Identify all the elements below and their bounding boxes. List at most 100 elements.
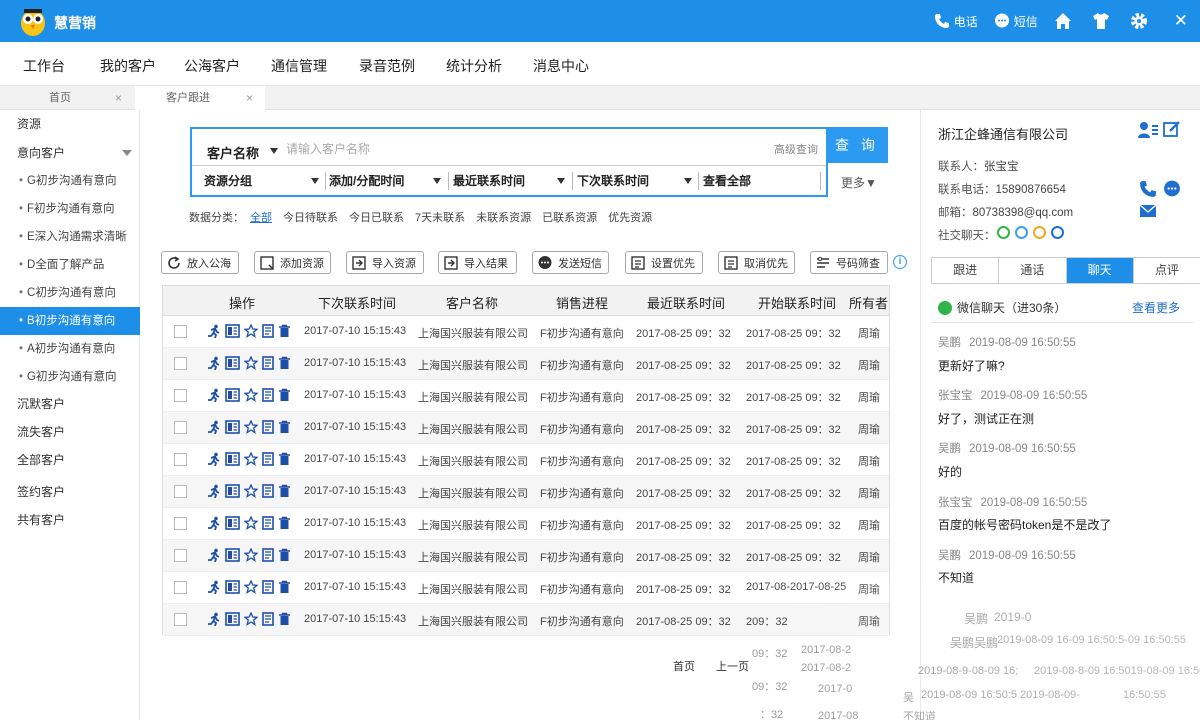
trash-icon[interactable] bbox=[278, 548, 291, 562]
col-sales-stage[interactable]: 销售进程 bbox=[556, 293, 608, 312]
col-last-contact[interactable]: 最近联系时间 bbox=[647, 293, 725, 312]
star-icon[interactable] bbox=[244, 420, 258, 434]
run-icon[interactable] bbox=[207, 420, 221, 434]
trash-icon[interactable] bbox=[278, 452, 291, 466]
row-checkbox[interactable] bbox=[174, 357, 187, 370]
star-icon[interactable] bbox=[244, 324, 258, 338]
table-row[interactable]: 2017-07-10 15:15:43 上海国兴服装有限公司 F初步沟通有意向 201… bbox=[163, 380, 889, 412]
sidebar-item-e[interactable]: E深入沟通需求清晰 bbox=[0, 223, 140, 251]
tab-chat[interactable]: 聊天 bbox=[1066, 258, 1134, 283]
table-row[interactable]: 2017-07-10 15:15:43 上海国兴服装有限公司 F初步沟通有意向 201… bbox=[163, 412, 889, 444]
row-checkbox[interactable] bbox=[174, 517, 187, 530]
call-icon[interactable] bbox=[1139, 180, 1157, 198]
row-checkbox[interactable] bbox=[174, 549, 187, 562]
sidebar-item-b[interactable]: B初步沟通有意向 bbox=[0, 307, 140, 335]
sidebar-item-lost[interactable]: 流失客户 bbox=[0, 418, 140, 446]
more-filters-link[interactable]: 更多▼ bbox=[841, 174, 877, 191]
sidebar-item-intent-customers[interactable]: 意向客户 bbox=[0, 139, 140, 167]
filter-last-contact[interactable]: 最近联系时间 bbox=[453, 172, 568, 189]
run-icon[interactable] bbox=[207, 452, 221, 466]
sidebar-item-shared[interactable]: 共有客户 bbox=[0, 506, 140, 534]
nav-public-customers[interactable]: 公海客户 bbox=[184, 56, 240, 76]
search-button[interactable]: 查 询 bbox=[826, 127, 888, 163]
star-icon[interactable] bbox=[244, 548, 258, 562]
tab-customer-followup[interactable]: 客户跟进 × bbox=[135, 86, 265, 110]
star-icon[interactable] bbox=[244, 484, 258, 498]
note-icon[interactable] bbox=[262, 580, 274, 594]
classify-priority[interactable]: 优先资源 bbox=[608, 212, 652, 224]
import-resource-button[interactable]: 导入资源 bbox=[346, 251, 424, 274]
note-icon[interactable] bbox=[262, 324, 274, 338]
pager-first[interactable]: 首页 bbox=[673, 658, 695, 674]
nav-workbench[interactable]: 工作台 bbox=[23, 56, 65, 76]
trash-icon[interactable] bbox=[278, 356, 291, 370]
sidebar-item-c[interactable]: C初步沟通有意向 bbox=[0, 279, 140, 307]
import-result-button[interactable]: 导入结果 bbox=[438, 251, 517, 274]
note-icon[interactable] bbox=[262, 420, 274, 434]
sidebar-item-g[interactable]: G初步沟通有意向 bbox=[0, 167, 140, 195]
set-priority-button[interactable]: 设置优先 bbox=[625, 251, 703, 274]
star-icon[interactable] bbox=[244, 516, 258, 530]
row-checkbox[interactable] bbox=[174, 389, 187, 402]
table-row[interactable]: 2017-07-10 15:15:43 上海国兴服装有限公司 F初步沟通有意向 201… bbox=[163, 476, 889, 508]
classify-uncontacted[interactable]: 未联系资源 bbox=[476, 212, 531, 224]
filter-view-all[interactable]: 查看全部 bbox=[703, 172, 751, 189]
row-checkbox[interactable] bbox=[174, 421, 187, 434]
col-customer-name[interactable]: 客户名称 bbox=[446, 293, 498, 312]
star-icon[interactable] bbox=[244, 452, 258, 466]
sidebar-item-g2[interactable]: G初步沟通有意向 bbox=[0, 363, 140, 391]
note-icon[interactable] bbox=[262, 612, 274, 626]
table-row[interactable]: 2017-07-10 15:15:43 上海国兴服装有限公司 F初步沟通有意向 201… bbox=[163, 348, 889, 380]
table-row[interactable]: 2017-07-10 15:15:43 上海国兴服装有限公司 F初步沟通有意向 201… bbox=[163, 316, 889, 348]
run-icon[interactable] bbox=[207, 580, 221, 594]
nav-recording-samples[interactable]: 录音范例 bbox=[359, 56, 415, 76]
run-icon[interactable] bbox=[207, 388, 221, 402]
classify-today-contacted[interactable]: 今日已联系 bbox=[349, 212, 404, 224]
col-start-contact[interactable]: 开始联系时间 bbox=[758, 293, 836, 312]
add-resource-button[interactable]: 添加资源 bbox=[254, 251, 331, 274]
trash-icon[interactable] bbox=[278, 612, 291, 626]
contact-card-icon[interactable] bbox=[225, 388, 240, 402]
caret-down-icon[interactable] bbox=[270, 148, 278, 154]
run-icon[interactable] bbox=[207, 516, 221, 530]
table-row[interactable]: 2017-07-10 15:15:43 上海国兴服装有限公司 F初步沟通有意向 201… bbox=[163, 444, 889, 476]
col-owner[interactable]: 所有者 bbox=[849, 293, 888, 312]
note-icon[interactable] bbox=[262, 452, 274, 466]
star-icon[interactable] bbox=[244, 612, 258, 626]
row-checkbox[interactable] bbox=[174, 485, 187, 498]
sidebar-item-a[interactable]: A初步沟通有意向 bbox=[0, 335, 140, 363]
send-sms-button[interactable]: 发送短信 bbox=[532, 251, 609, 274]
nav-statistics[interactable]: 统计分析 bbox=[446, 56, 502, 76]
edit-icon[interactable] bbox=[1163, 120, 1181, 138]
phone-button[interactable]: 电话 bbox=[934, 13, 978, 30]
tab-followup[interactable]: 跟进 bbox=[932, 258, 1000, 283]
sms-button[interactable]: 短信 bbox=[994, 13, 1038, 30]
advanced-search-link[interactable]: 高级查询 bbox=[774, 141, 818, 157]
sidebar-item-f[interactable]: F初步沟通有意向 bbox=[0, 195, 140, 223]
run-icon[interactable] bbox=[207, 612, 221, 626]
filter-resource-group[interactable]: 资源分组 bbox=[204, 172, 319, 189]
tab-home[interactable]: 首页 × bbox=[0, 86, 135, 110]
star-icon[interactable] bbox=[244, 356, 258, 370]
contact-card-icon[interactable] bbox=[225, 356, 240, 370]
tab-home-close-icon[interactable]: × bbox=[115, 86, 122, 110]
contact-card-icon[interactable] bbox=[225, 452, 240, 466]
nav-my-customers[interactable]: 我的客户 bbox=[100, 56, 156, 76]
sidebar-item-d[interactable]: D全面了解产品 bbox=[0, 251, 140, 279]
note-icon[interactable] bbox=[262, 516, 274, 530]
mail-icon[interactable] bbox=[1139, 204, 1157, 218]
home-button[interactable] bbox=[1054, 12, 1076, 30]
qq-icon[interactable] bbox=[1015, 226, 1028, 239]
classify-7days[interactable]: 7天未联系 bbox=[415, 212, 465, 224]
trash-icon[interactable] bbox=[278, 420, 291, 434]
run-icon[interactable] bbox=[207, 356, 221, 370]
trash-icon[interactable] bbox=[278, 580, 291, 594]
sidebar-item-signed[interactable]: 签约客户 bbox=[0, 478, 140, 506]
nav-communication[interactable]: 通信管理 bbox=[271, 56, 327, 76]
table-row[interactable]: 2017-07-10 15:15:43 上海国兴服装有限公司 F初步沟通有意向 201… bbox=[163, 572, 889, 604]
search-input[interactable] bbox=[286, 137, 666, 161]
trash-icon[interactable] bbox=[278, 324, 291, 338]
wechat-icon[interactable] bbox=[997, 226, 1010, 239]
classify-today-pending[interactable]: 今日待联系 bbox=[283, 212, 338, 224]
star-icon[interactable] bbox=[244, 580, 258, 594]
